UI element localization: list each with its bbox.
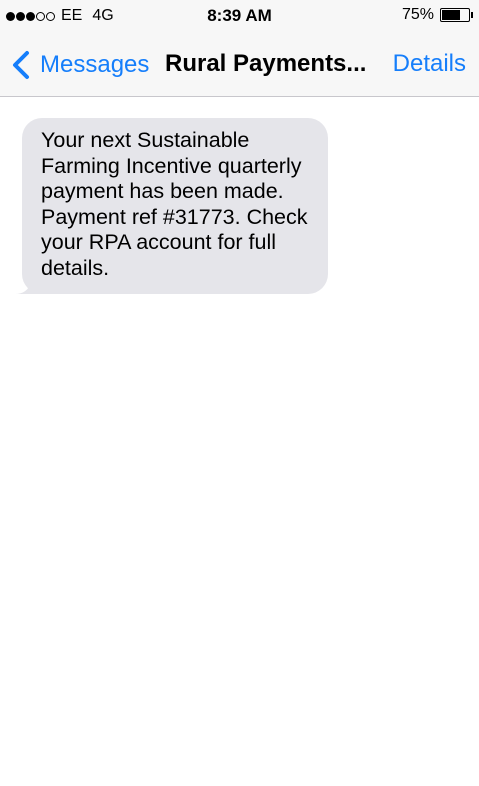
battery-percent: 75% (401, 6, 434, 23)
back-button[interactable]: Messages (10, 50, 149, 80)
battery-fill (442, 10, 460, 20)
conversation-title: Rural Payments... (165, 50, 367, 77)
details-button[interactable]: Details (393, 50, 466, 78)
back-button-label: Messages (40, 51, 150, 78)
message-row: Your next Sustainable Farming Incentive … (15, 118, 328, 294)
battery-tip (471, 12, 473, 18)
chevron-left-icon (13, 51, 29, 79)
navigation-bar: Messages Rural Payments... Details (0, 32, 479, 97)
messages-screen: EE 4G 8:39 AM 75% Messages Rural Payment… (0, 0, 479, 786)
status-bar: EE 4G 8:39 AM 75% (0, 0, 479, 32)
incoming-message-bubble[interactable]: Your next Sustainable Farming Incentive … (22, 118, 328, 294)
battery-icon (440, 8, 470, 22)
status-right: 75% (402, 6, 473, 24)
